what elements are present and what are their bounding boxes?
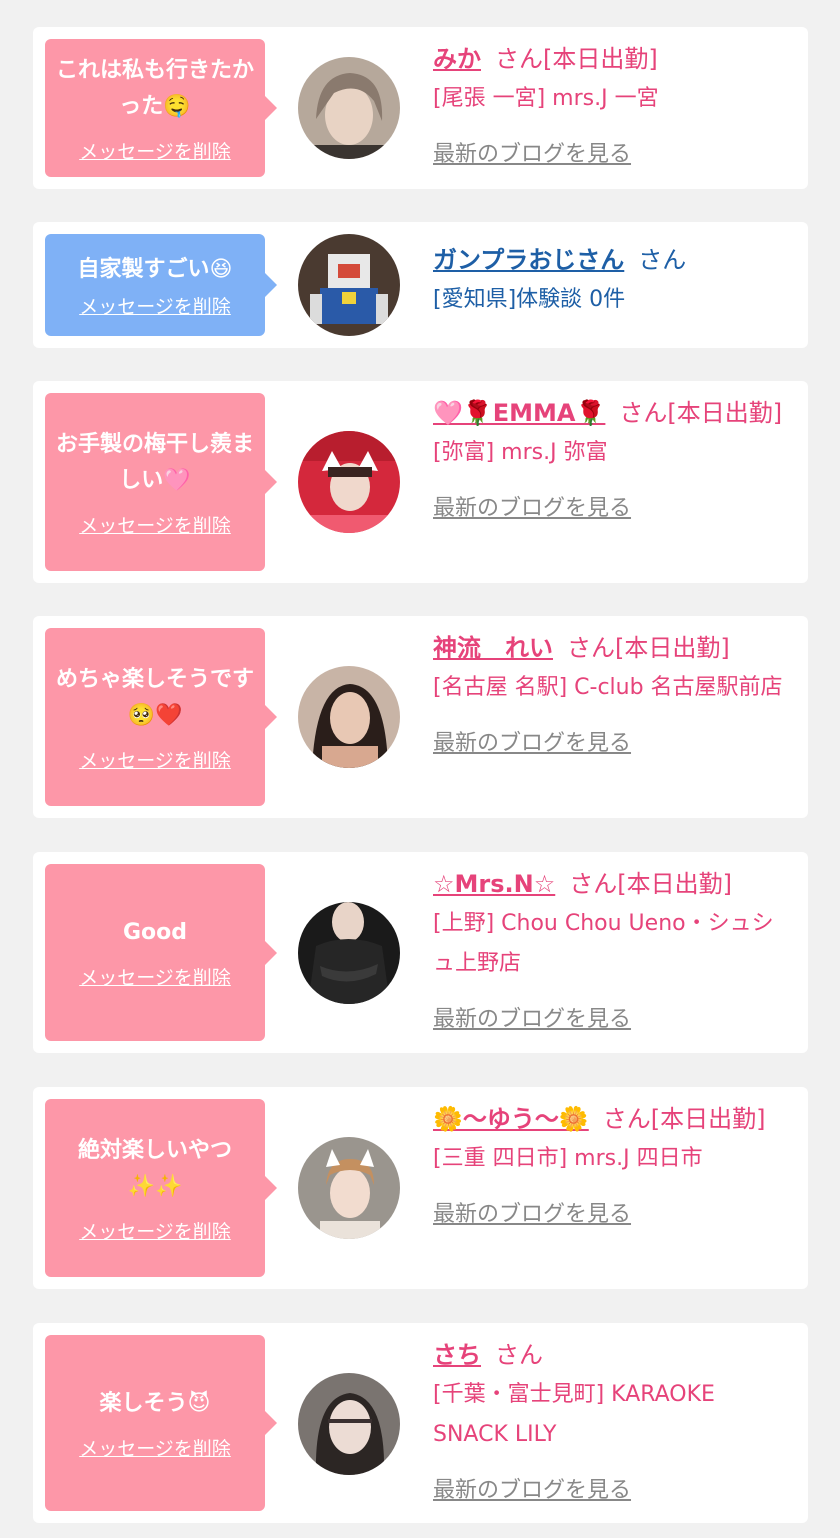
latest-blog-link[interactable]: 最新のブログを見る <box>433 724 631 764</box>
sender-info: 神流 れい さん[本日出勤] [名古屋 名駅] C-club 名古屋駅前店 最新の… <box>433 628 793 764</box>
message-text: 絶対楽しいやつ✨✨ <box>77 1137 232 1199</box>
latest-blog-link[interactable]: 最新のブログを見る <box>433 1000 631 1040</box>
message-card: これは私も行きたかった🤤 メッセージを削除 みか さん[本日出勤] [尾張 一宮]… <box>33 27 808 189</box>
message-bubble: 絶対楽しいやつ✨✨ メッセージを削除 <box>45 1099 277 1277</box>
shop-name: [千葉・富士見町] KARAOKE SNACK LILY <box>433 1382 715 1447</box>
delete-message-link[interactable]: メッセージを削除 <box>79 1434 231 1461</box>
delete-message-link[interactable]: メッセージを削除 <box>79 137 231 164</box>
message-bubble: めちゃ楽しそうです🥺❤️ メッセージを削除 <box>45 628 277 806</box>
sender-name-link[interactable]: さち <box>433 1341 481 1369</box>
latest-blog-link[interactable]: 最新のブログを見る <box>433 1471 631 1511</box>
sender-status: さん[本日出勤] <box>495 45 658 73</box>
message-bubble: 自家製すごい😆 メッセージを削除 <box>45 234 277 336</box>
sender-info: 🌼〜ゆう〜🌼 さん[本日出勤] [三重 四日市] mrs.J 四日市 最新のブログ… <box>433 1099 793 1235</box>
avatar[interactable] <box>298 666 400 768</box>
message-bubble: Good メッセージを削除 <box>45 864 277 1041</box>
message-text: めちゃ楽しそうです🥺❤️ <box>55 666 254 728</box>
message-text: 楽しそう😈 <box>99 1390 211 1416</box>
sender-name-link[interactable]: 🌼〜ゆう〜🌼 <box>433 1105 589 1133</box>
avatar[interactable] <box>298 57 400 159</box>
message-card: 自家製すごい😆 メッセージを削除 ガンプラおじさん さん [愛知県]体験談 0件 <box>33 222 808 348</box>
sender-info: 🩷🌹EMMA🌹 さん[本日出勤] [弥富] mrs.J 弥富 最新のブログを見る <box>433 393 793 529</box>
delete-message-link[interactable]: メッセージを削除 <box>79 963 231 990</box>
shop-name: [尾張 一宮] mrs.J 一宮 <box>433 86 659 111</box>
delete-message-link[interactable]: メッセージを削除 <box>79 511 231 538</box>
sender-status: さん[本日出勤] <box>619 399 783 427</box>
sender-status: さん <box>495 1341 543 1369</box>
sender-status: さん[本日出勤] <box>567 634 730 662</box>
message-card: お手製の梅干し羨ましい🩷 メッセージを削除 🩷🌹EMMA🌹 さん[本日出勤] [弥… <box>33 381 808 583</box>
message-card: 絶対楽しいやつ✨✨ メッセージを削除 🌼〜ゆう〜🌼 さん[本日出勤] [三重 四日… <box>33 1087 808 1289</box>
message-card: めちゃ楽しそうです🥺❤️ メッセージを削除 神流 れい さん[本日出勤] [名古屋… <box>33 616 808 818</box>
latest-blog-link[interactable]: 最新のブログを見る <box>433 489 631 529</box>
message-bubble: お手製の梅干し羨ましい🩷 メッセージを削除 <box>45 393 277 571</box>
sender-info: みか さん[本日出勤] [尾張 一宮] mrs.J 一宮 最新のブログを見る <box>433 39 793 175</box>
message-card: 楽しそう😈 メッセージを削除 さち さん [千葉・富士見町] KARAOKE SN… <box>33 1323 808 1523</box>
message-bubble: 楽しそう😈 メッセージを削除 <box>45 1335 277 1511</box>
latest-blog-link[interactable]: 最新のブログを見る <box>433 135 631 175</box>
shop-name: [名古屋 名駅] C-club 名古屋駅前店 <box>433 675 783 700</box>
delete-message-link[interactable]: メッセージを削除 <box>79 292 231 319</box>
avatar[interactable] <box>298 431 400 533</box>
sender-name-link[interactable]: 神流 れい <box>433 634 553 662</box>
sender-name-link[interactable]: ガンプラおじさん <box>433 246 624 274</box>
message-text: Good <box>122 920 188 945</box>
sender-info: さち さん [千葉・富士見町] KARAOKE SNACK LILY 最新のブログ… <box>433 1335 793 1511</box>
sender-name-link[interactable]: 🩷🌹EMMA🌹 <box>433 399 605 427</box>
message-text: お手製の梅干し羨ましい🩷 <box>55 431 254 493</box>
message-bubble: これは私も行きたかった🤤 メッセージを削除 <box>45 39 277 177</box>
sender-info: ガンプラおじさん さん [愛知県]体験談 0件 <box>433 240 793 320</box>
avatar[interactable] <box>298 234 400 336</box>
delete-message-link[interactable]: メッセージを削除 <box>79 1217 231 1244</box>
delete-message-link[interactable]: メッセージを削除 <box>79 746 231 773</box>
message-text: これは私も行きたかった🤤 <box>55 57 254 119</box>
shop-name: [上野] Chou Chou Ueno・シュシュ上野店 <box>433 911 774 976</box>
latest-blog-link[interactable]: 最新のブログを見る <box>433 1195 631 1235</box>
avatar[interactable] <box>298 1373 400 1475</box>
shop-name: [愛知県]体験談 0件 <box>433 287 626 312</box>
avatar[interactable] <box>298 1137 400 1239</box>
shop-name: [弥富] mrs.J 弥富 <box>433 440 608 465</box>
sender-info: ☆Mrs.N☆ さん[本日出勤] [上野] Chou Chou Ueno・シュシュ… <box>433 864 793 1040</box>
shop-name: [三重 四日市] mrs.J 四日市 <box>433 1146 703 1171</box>
sender-status: さん <box>638 246 687 274</box>
sender-status: さん[本日出勤] <box>569 870 732 898</box>
message-list: これは私も行きたかった🤤 メッセージを削除 みか さん[本日出勤] [尾張 一宮]… <box>0 0 840 1538</box>
sender-name-link[interactable]: みか <box>433 45 481 73</box>
message-text: 自家製すごい😆 <box>77 256 233 282</box>
avatar[interactable] <box>298 902 400 1004</box>
sender-name-link[interactable]: ☆Mrs.N☆ <box>433 870 555 898</box>
sender-status: さん[本日出勤] <box>602 1105 766 1133</box>
message-card: Good メッセージを削除 ☆Mrs.N☆ さん[本日出勤] [上野] Chou … <box>33 852 808 1053</box>
